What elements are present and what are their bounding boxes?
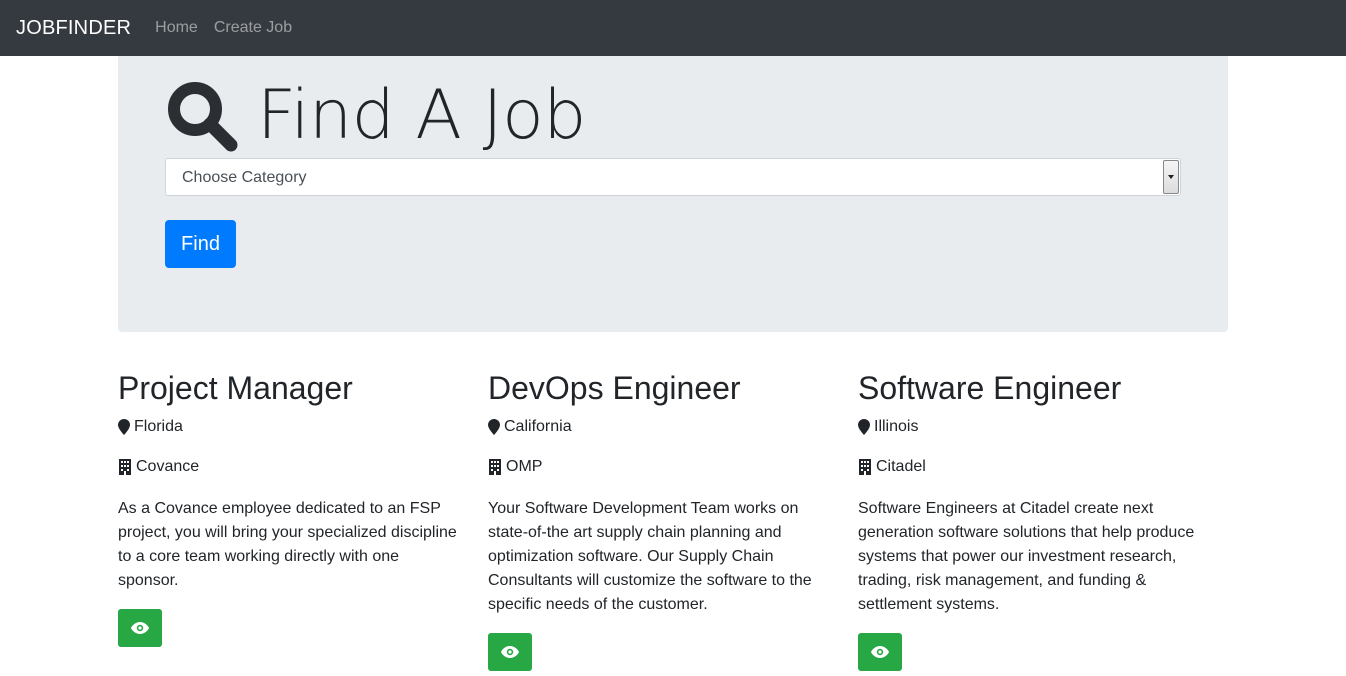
view-job-button[interactable]	[118, 609, 162, 648]
job-description: Software Engineers at Citadel create nex…	[858, 500, 1195, 614]
map-marker-icon	[488, 419, 500, 436]
building-icon	[859, 459, 871, 476]
job-list: Project Manager Florida Covance As a Cov…	[118, 369, 1228, 672]
main-container: Find A Job Choose Category Find Project …	[118, 56, 1228, 672]
navbar: JOBFINDER Home Create Job	[0, 0, 1346, 56]
eye-icon	[501, 646, 519, 659]
building-icon	[119, 459, 131, 476]
job-location-text: Florida	[134, 418, 183, 436]
job-card: Project Manager Florida Covance As a Cov…	[118, 369, 488, 671]
find-button[interactable]: Find	[165, 220, 236, 268]
job-location: California	[488, 417, 828, 437]
nav-home-link[interactable]: Home	[155, 19, 198, 37]
nav-create-job-link[interactable]: Create Job	[214, 19, 292, 37]
map-marker-icon	[858, 419, 870, 436]
job-card: Software Engineer Illinois Citadel Softw…	[858, 369, 1228, 672]
job-description: As a Covance employee dedicated to an FS…	[118, 500, 457, 590]
page-title: Find A Job	[257, 76, 586, 155]
brand-logo[interactable]: JOBFINDER	[16, 17, 131, 40]
job-title: Project Manager	[118, 370, 353, 406]
map-marker-icon	[118, 419, 130, 436]
job-company: Covance	[118, 457, 458, 477]
job-company: OMP	[488, 457, 828, 477]
job-company-text: Citadel	[876, 458, 926, 476]
job-location: Florida	[118, 417, 458, 437]
job-company-text: OMP	[506, 458, 543, 476]
job-title: Software Engineer	[858, 370, 1122, 406]
job-card: DevOps Engineer California OMP Your Soft…	[488, 369, 858, 672]
job-company-text: Covance	[136, 458, 200, 476]
job-company: Citadel	[858, 457, 1198, 477]
job-location-text: California	[504, 418, 572, 436]
job-location: Illinois	[858, 417, 1198, 437]
building-icon	[489, 459, 501, 476]
view-job-button[interactable]	[858, 633, 902, 672]
job-description: Your Software Development Team works on …	[488, 500, 812, 614]
search-icon	[168, 82, 238, 152]
select-dropdown-arrow-icon[interactable]	[1163, 160, 1179, 194]
hero-title: Find A Job	[165, 74, 1181, 158]
eye-icon	[871, 646, 889, 659]
job-location-text: Illinois	[874, 418, 919, 436]
search-jumbotron: Find A Job Choose Category Find	[118, 56, 1228, 332]
view-job-button[interactable]	[488, 633, 532, 672]
category-select[interactable]: Choose Category	[165, 158, 1181, 196]
category-select-value: Choose Category	[182, 169, 307, 186]
job-title: DevOps Engineer	[488, 370, 741, 406]
eye-icon	[131, 622, 149, 635]
